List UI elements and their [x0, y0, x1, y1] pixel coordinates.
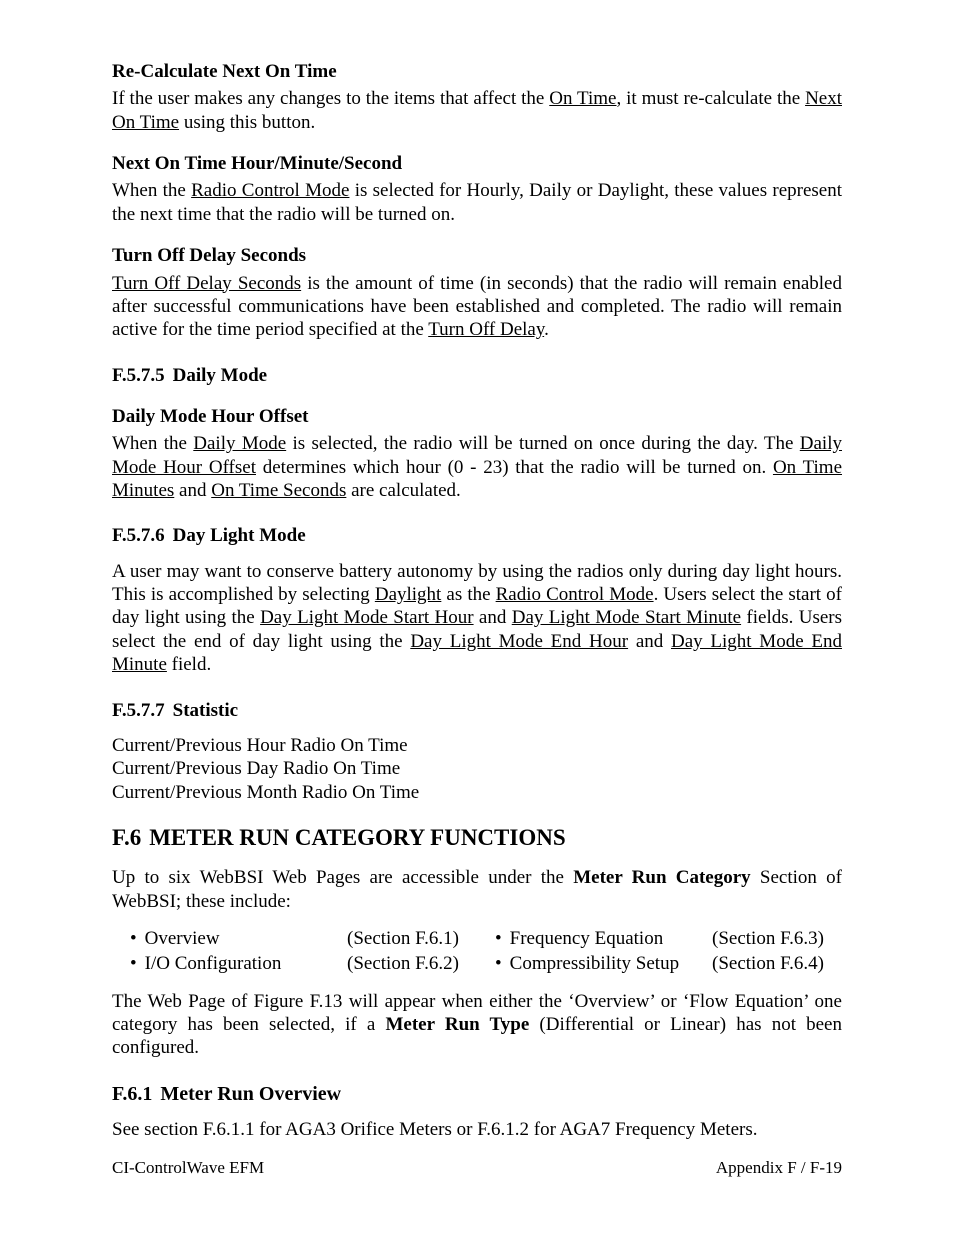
text: , it must re-calculate the [616, 88, 805, 109]
text: . [544, 319, 549, 340]
underline-start-hour: Day Light Mode Start Hour [260, 607, 474, 628]
heading-title: Meter Run Overview [160, 1083, 341, 1105]
list-row: • Overview (Section F.6.1) • Frequency E… [112, 927, 842, 950]
heading-title: Statistic [173, 700, 238, 721]
footer-right: Appendix F / F-19 [716, 1158, 842, 1179]
heading-f6: F.6 METER RUN CATEGORY FUNCTIONS [112, 824, 842, 852]
underline-start-minute: Day Light Mode Start Minute [512, 607, 741, 628]
item-label: Compressibility Setup [510, 952, 712, 975]
heading-next-on-time: Next On Time Hour/Minute/Second [112, 152, 842, 175]
statistic-lines: Current/Previous Hour Radio On Time Curr… [112, 734, 842, 804]
text: are calculated. [346, 480, 460, 501]
heading-number: F.6 [112, 824, 141, 852]
section-f575: F.5.7.5 Daily Mode Daily Mode Hour Offset… [112, 364, 842, 503]
bullet-icon: • [130, 927, 137, 950]
bullet-icon: • [495, 927, 502, 950]
underline-end-hour: Day Light Mode End Hour [410, 631, 628, 652]
paragraph-f6-intro: Up to six WebBSI Web Pages are accessibl… [112, 866, 842, 913]
underline-daily-mode: Daily Mode [193, 433, 286, 454]
paragraph-f6-figure: The Web Page of Figure F.13 will appear … [112, 990, 842, 1060]
underline-turn-off-delay: Turn Off Delay [428, 319, 544, 340]
list-item-compressibility: • Compressibility Setup (Section F.6.4) [477, 952, 842, 975]
item-ref: (Section F.6.2) [347, 952, 477, 975]
text: field. [167, 654, 211, 675]
item-label: I/O Configuration [145, 952, 347, 975]
paragraph-day-light-mode: A user may want to conserve battery auto… [112, 560, 842, 677]
paragraph-recalculate: If the user makes any changes to the ite… [112, 87, 842, 134]
bold-meter-run-type: Meter Run Type [385, 1014, 529, 1035]
stat-line-1: Current/Previous Hour Radio On Time [112, 734, 842, 757]
paragraph-f61: See section F.6.1.1 for AGA3 Orifice Met… [112, 1118, 842, 1141]
text: and [174, 480, 211, 501]
stat-line-2: Current/Previous Day Radio On Time [112, 757, 842, 780]
heading-title: METER RUN CATEGORY FUNCTIONS [149, 825, 565, 850]
section-next-on-time: Next On Time Hour/Minute/Second When the… [112, 152, 842, 226]
heading-number: F.5.7.6 [112, 524, 165, 547]
item-label: Frequency Equation [510, 927, 712, 950]
paragraph-daily-mode: When the Daily Mode is selected, the rad… [112, 432, 842, 502]
text: and [474, 607, 512, 628]
item-ref: (Section F.6.1) [347, 927, 477, 950]
bullet-list: • Overview (Section F.6.1) • Frequency E… [112, 927, 842, 976]
text: as the [441, 584, 495, 605]
text: If the user makes any changes to the ite… [112, 88, 549, 109]
text: and [628, 631, 671, 652]
section-turn-off-delay: Turn Off Delay Seconds Turn Off Delay Se… [112, 244, 842, 341]
underline-radio-control-mode: Radio Control Mode [191, 180, 349, 201]
section-f577: F.5.7.7 Statistic Current/Previous Hour R… [112, 699, 842, 804]
heading-f576: F.5.7.6 Day Light Mode [112, 524, 842, 547]
heading-title: Daily Mode [173, 365, 267, 386]
item-label: Overview [145, 927, 347, 950]
section-f61: F.6.1 Meter Run Overview See section F.6.… [112, 1082, 842, 1142]
text: When the [112, 180, 191, 201]
page-footer: CI-ControlWave EFM Appendix F / F-19 [112, 1158, 842, 1179]
bold-meter-run-category: Meter Run Category [573, 867, 750, 888]
heading-f577: F.5.7.7 Statistic [112, 699, 842, 722]
page-content: Re-Calculate Next On Time If the user ma… [0, 0, 954, 1142]
list-item-io: • I/O Configuration (Section F.6.2) [112, 952, 477, 975]
bullet-icon: • [130, 952, 137, 975]
heading-turn-off-delay: Turn Off Delay Seconds [112, 244, 842, 267]
section-recalculate: Re-Calculate Next On Time If the user ma… [112, 60, 842, 134]
list-row: • I/O Configuration (Section F.6.2) • Co… [112, 952, 842, 975]
heading-number: F.5.7.5 [112, 364, 165, 387]
heading-daily-mode-offset: Daily Mode Hour Offset [112, 405, 842, 428]
heading-f61: F.6.1 Meter Run Overview [112, 1082, 842, 1107]
item-ref: (Section F.6.4) [712, 952, 842, 975]
text: When the [112, 433, 193, 454]
paragraph-next-on-time: When the Radio Control Mode is selected … [112, 179, 842, 226]
heading-f575: F.5.7.5 Daily Mode [112, 364, 842, 387]
underline-on-time-seconds: On Time Seconds [211, 480, 346, 501]
section-f6: F.6 METER RUN CATEGORY FUNCTIONS Up to si… [112, 824, 842, 1060]
paragraph-turn-off-delay: Turn Off Delay Seconds is the amount of … [112, 272, 842, 342]
list-item-overview: • Overview (Section F.6.1) [112, 927, 477, 950]
underline-turn-off-delay-seconds: Turn Off Delay Seconds [112, 273, 301, 294]
text: using this button. [179, 112, 315, 133]
list-item-frequency: • Frequency Equation (Section F.6.3) [477, 927, 842, 950]
text: determines which hour (0 - 23) that the … [256, 457, 773, 478]
section-f576: F.5.7.6 Day Light Mode A user may want to… [112, 524, 842, 676]
underline-daylight: Daylight [375, 584, 442, 605]
heading-number: F.5.7.7 [112, 699, 165, 722]
bullet-icon: • [495, 952, 502, 975]
heading-recalculate: Re-Calculate Next On Time [112, 60, 842, 83]
underline-on-time: On Time [549, 88, 616, 109]
underline-radio-control-mode: Radio Control Mode [496, 584, 654, 605]
footer-left: CI-ControlWave EFM [112, 1158, 264, 1179]
text: Up to six WebBSI Web Pages are accessibl… [112, 867, 573, 888]
item-ref: (Section F.6.3) [712, 927, 842, 950]
text: is selected, the radio will be turned on… [286, 433, 800, 454]
heading-title: Day Light Mode [173, 525, 306, 546]
heading-number: F.6.1 [112, 1082, 152, 1107]
stat-line-3: Current/Previous Month Radio On Time [112, 781, 842, 804]
